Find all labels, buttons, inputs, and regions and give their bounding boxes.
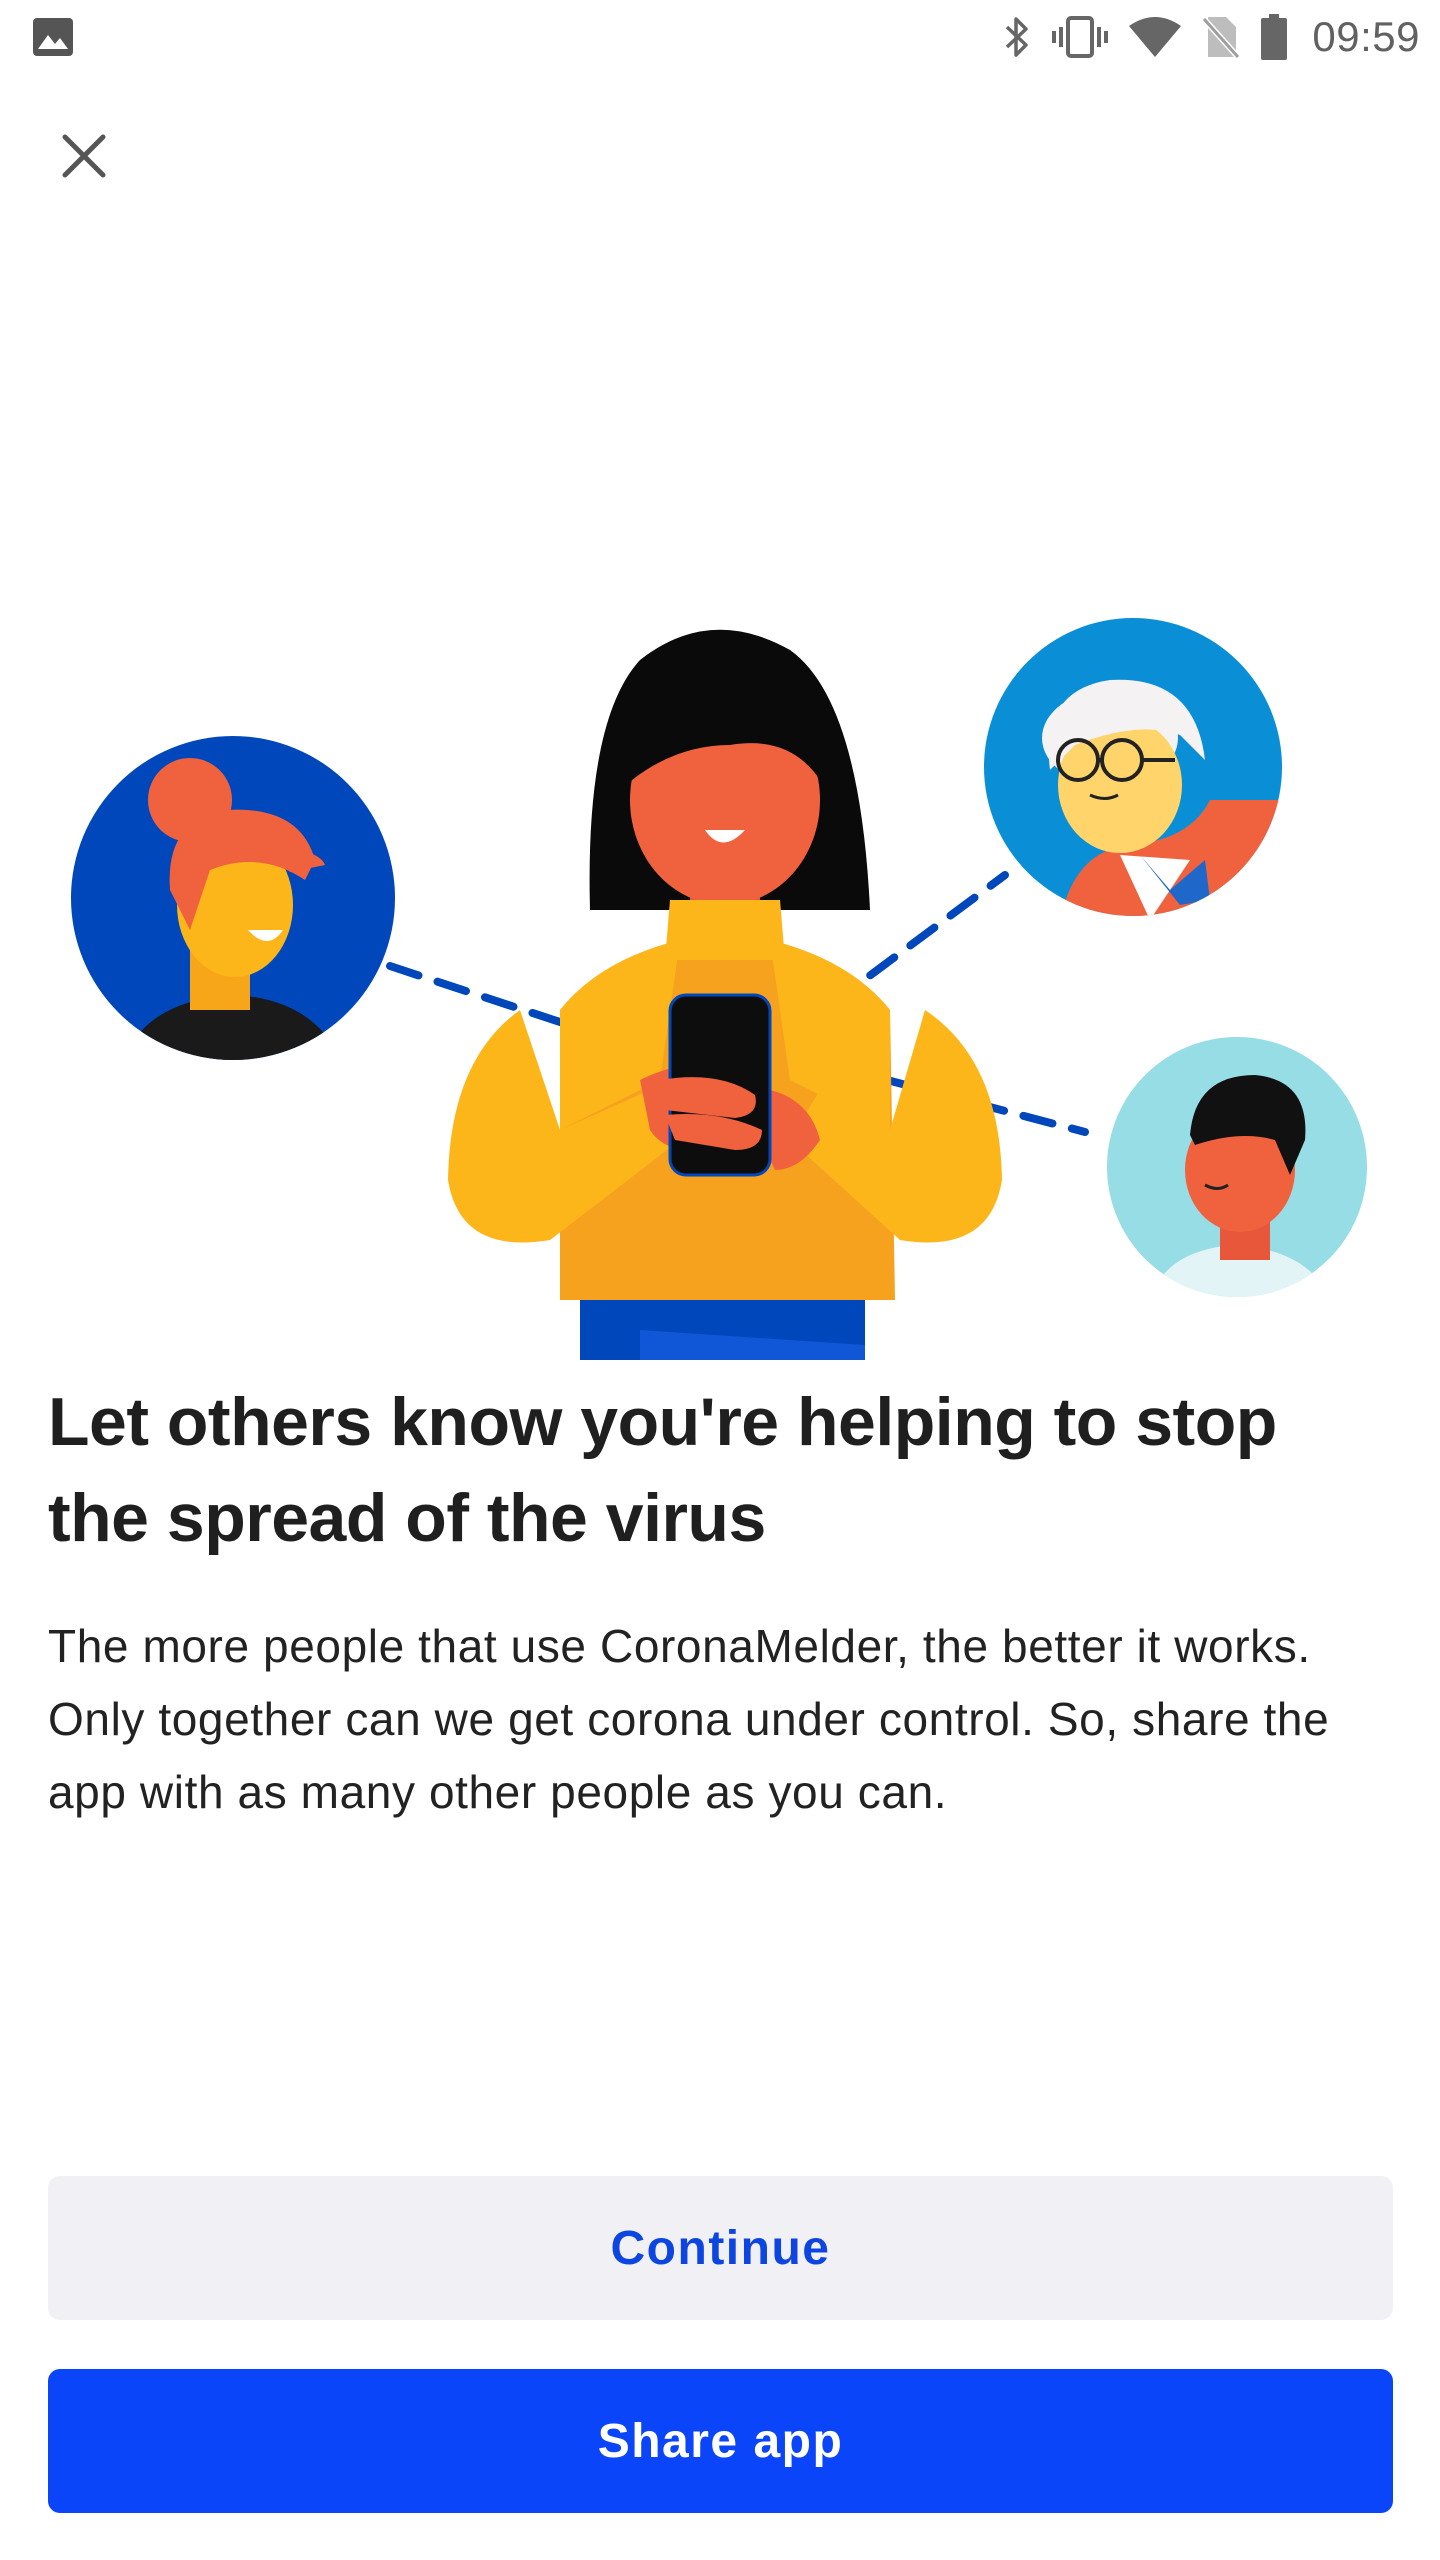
avatar-older-woman [984, 618, 1282, 916]
bluetooth-icon [1002, 15, 1032, 59]
share-app-button[interactable]: Share app [48, 2369, 1393, 2513]
onboarding-body: The more people that use CoronaMelder, t… [48, 1620, 1330, 1818]
image-notification-icon [33, 18, 73, 56]
avatar-woman-bun [71, 736, 395, 1060]
continue-button[interactable]: Continue [48, 2176, 1393, 2320]
vibrate-icon [1052, 15, 1109, 59]
close-icon [62, 134, 106, 178]
avatar-young-man [1107, 1037, 1367, 1297]
wifi-icon [1128, 16, 1182, 58]
status-time: 09:59 [1312, 13, 1420, 60]
woman-with-phone [448, 629, 1002, 1360]
share-illustration [71, 618, 1367, 1360]
close-button[interactable] [44, 116, 124, 196]
onboarding-headline: Let others know you're helping to stop t… [48, 1384, 1277, 1556]
status-bar: 09:59 [0, 0, 1440, 72]
battery-icon [1260, 14, 1288, 60]
no-sim-icon [1202, 15, 1241, 59]
